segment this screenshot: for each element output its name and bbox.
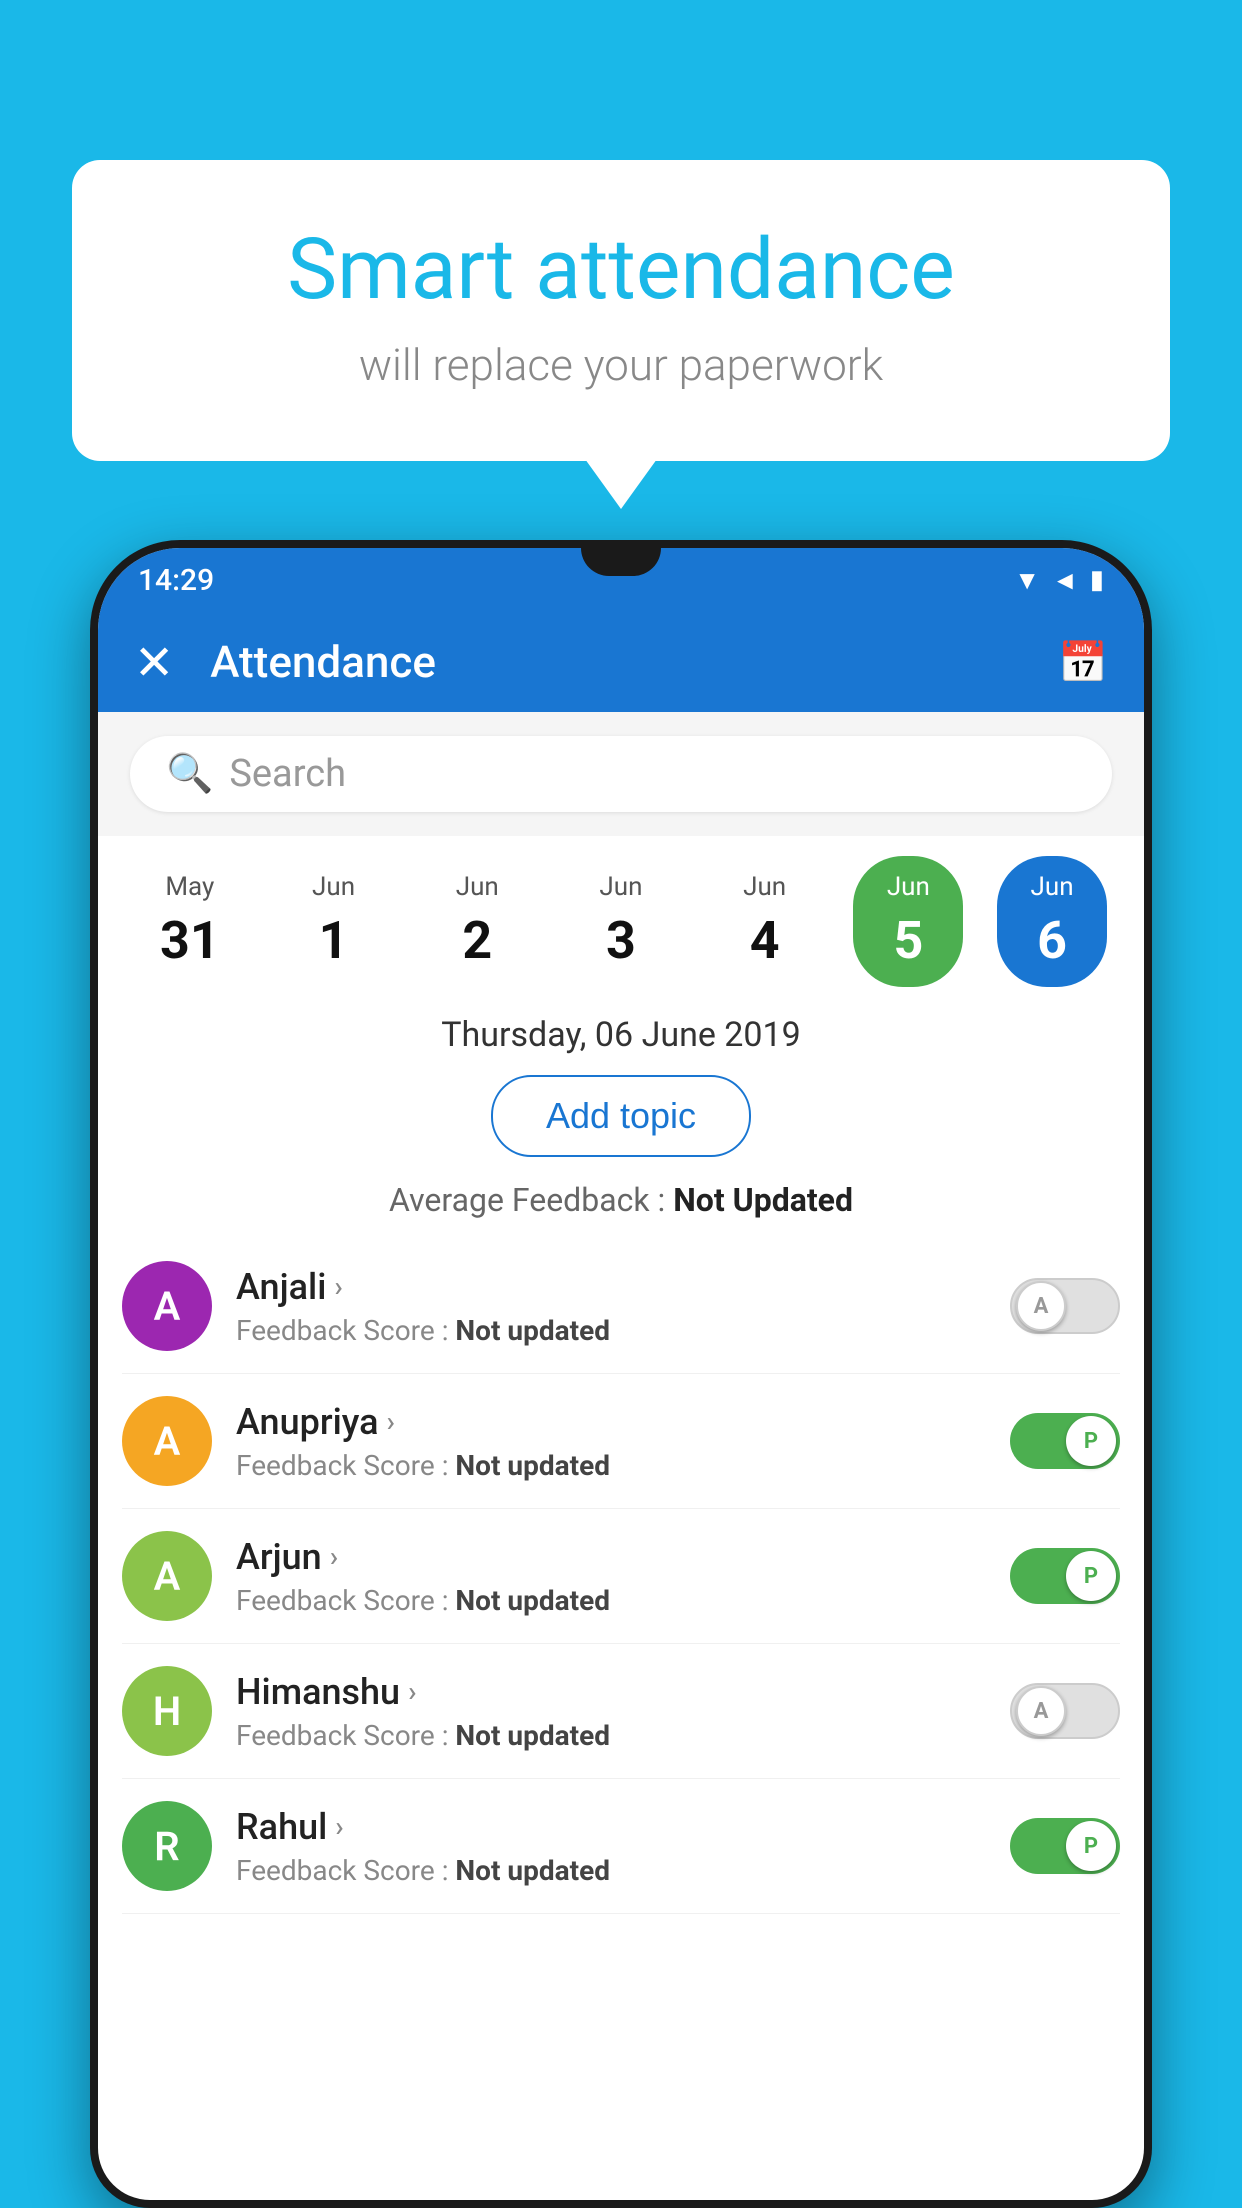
date-day: 4 xyxy=(750,910,780,971)
date-day: 5 xyxy=(893,910,923,971)
wifi-icon: ▼ xyxy=(1014,565,1040,596)
student-info: Rahul › Feedback Score : Not updated xyxy=(236,1806,1010,1887)
date-month: Jun xyxy=(887,872,930,902)
avatar: A xyxy=(122,1261,212,1351)
avg-feedback-prefix: Average Feedback : xyxy=(389,1181,673,1219)
student-info: Himanshu › Feedback Score : Not updated xyxy=(236,1671,1010,1752)
content-area: 🔍 Search May 31 Jun 1 Jun 2 Jun 3 Jun 4 Jun 5 Jun 6 T… xyxy=(98,712,1144,1914)
avatar: R xyxy=(122,1801,212,1891)
date-month: Jun xyxy=(1031,872,1074,902)
toggle-knob: P xyxy=(1066,1821,1116,1871)
date-day: 1 xyxy=(319,910,349,971)
toggle-container[interactable]: A xyxy=(1010,1278,1120,1334)
date-month: May xyxy=(165,872,214,902)
date-item[interactable]: Jun 4 xyxy=(710,856,820,987)
date-month: Jun xyxy=(456,872,499,902)
avatar: H xyxy=(122,1666,212,1756)
chevron-icon: › xyxy=(408,1675,416,1708)
avg-feedback-value: Not Updated xyxy=(673,1181,853,1219)
search-icon: 🔍 xyxy=(166,752,213,796)
avatar: A xyxy=(122,1531,212,1621)
student-list: AAnjali ›Feedback Score : Not updatedAAA… xyxy=(98,1239,1144,1914)
attendance-toggle[interactable]: P xyxy=(1010,1818,1120,1874)
bubble-subtitle: will replace your paperwork xyxy=(152,339,1090,391)
student-item[interactable]: A Arjun › Feedback Score : Not updated P xyxy=(122,1509,1120,1644)
feedback-score: Feedback Score : Not updated xyxy=(236,1314,1010,1347)
toggle-container[interactable]: A xyxy=(1010,1683,1120,1739)
attendance-toggle[interactable]: A xyxy=(1010,1683,1120,1739)
search-container: 🔍 Search xyxy=(98,712,1144,836)
date-day: 31 xyxy=(160,910,220,971)
notch xyxy=(581,548,661,576)
speech-bubble: Smart attendance will replace your paper… xyxy=(72,160,1170,461)
student-info: Arjun › Feedback Score : Not updated xyxy=(236,1536,1010,1617)
close-button[interactable]: ✕ xyxy=(134,634,174,691)
date-item[interactable]: Jun 1 xyxy=(279,856,389,987)
avg-feedback: Average Feedback : Not Updated xyxy=(98,1181,1144,1219)
attendance-toggle[interactable]: P xyxy=(1010,1413,1120,1469)
date-day: 6 xyxy=(1037,910,1067,971)
status-time: 14:29 xyxy=(138,563,214,598)
chevron-icon: › xyxy=(330,1540,338,1573)
toggle-container[interactable]: P xyxy=(1010,1413,1120,1469)
date-day: 3 xyxy=(606,910,636,971)
student-name: Anjali › xyxy=(236,1266,1010,1308)
date-month: Jun xyxy=(743,872,786,902)
add-topic-button[interactable]: Add topic xyxy=(491,1075,751,1157)
selected-date-label: Thursday, 06 June 2019 xyxy=(98,987,1144,1075)
toggle-container[interactable]: P xyxy=(1010,1818,1120,1874)
bubble-title: Smart attendance xyxy=(152,220,1090,319)
chevron-icon: › xyxy=(335,1810,343,1843)
student-item[interactable]: AAnjali ›Feedback Score : Not updatedA xyxy=(122,1239,1120,1374)
attendance-toggle[interactable]: P xyxy=(1010,1548,1120,1604)
student-info: Anjali › Feedback Score : Not updated xyxy=(236,1266,1010,1347)
date-item[interactable]: Jun 2 xyxy=(422,856,532,987)
status-bar: 14:29 ▼ ◄ ▮ xyxy=(98,548,1144,612)
status-icons: ▼ ◄ ▮ xyxy=(1014,565,1104,596)
student-item[interactable]: A Anupriya › Feedback Score : Not updated P xyxy=(122,1374,1120,1509)
date-item[interactable]: Jun 5 xyxy=(853,856,963,987)
date-item[interactable]: Jun 6 xyxy=(997,856,1107,987)
battery-icon: ▮ xyxy=(1090,565,1104,595)
student-name: Rahul › xyxy=(236,1806,1010,1848)
app-bar: ✕ Attendance 📅 xyxy=(98,612,1144,712)
chevron-icon: › xyxy=(334,1270,342,1303)
search-bar[interactable]: 🔍 Search xyxy=(130,736,1112,812)
toggle-knob: A xyxy=(1016,1686,1066,1736)
calendar-icon[interactable]: 📅 xyxy=(1058,639,1108,686)
student-item[interactable]: H Himanshu › Feedback Score : Not updatedA xyxy=(122,1644,1120,1779)
phone-frame: 14:29 ▼ ◄ ▮ ✕ Attendance 📅 🔍 Search xyxy=(90,540,1152,2208)
search-placeholder: Search xyxy=(229,752,346,796)
date-item[interactable]: May 31 xyxy=(135,856,245,987)
app-bar-title: Attendance xyxy=(210,636,1058,688)
avatar: A xyxy=(122,1396,212,1486)
student-name: Anupriya › xyxy=(236,1401,1010,1443)
date-month: Jun xyxy=(312,872,355,902)
feedback-score: Feedback Score : Not updated xyxy=(236,1854,1010,1887)
signal-icon: ◄ xyxy=(1052,565,1078,596)
toggle-knob: P xyxy=(1066,1416,1116,1466)
toggle-container[interactable]: P xyxy=(1010,1548,1120,1604)
attendance-toggle[interactable]: A xyxy=(1010,1278,1120,1334)
date-day: 2 xyxy=(462,910,492,971)
feedback-score: Feedback Score : Not updated xyxy=(236,1584,1010,1617)
student-name: Arjun › xyxy=(236,1536,1010,1578)
feedback-score: Feedback Score : Not updated xyxy=(236,1719,1010,1752)
date-selector: May 31 Jun 1 Jun 2 Jun 3 Jun 4 Jun 5 Jun 6 xyxy=(98,836,1144,987)
student-name: Himanshu › xyxy=(236,1671,1010,1713)
toggle-knob: A xyxy=(1016,1281,1066,1331)
date-month: Jun xyxy=(599,872,642,902)
toggle-knob: P xyxy=(1066,1551,1116,1601)
feedback-score: Feedback Score : Not updated xyxy=(236,1449,1010,1482)
speech-bubble-container: Smart attendance will replace your paper… xyxy=(72,160,1170,461)
chevron-icon: › xyxy=(387,1405,395,1438)
student-item[interactable]: R Rahul › Feedback Score : Not updated P xyxy=(122,1779,1120,1914)
date-item[interactable]: Jun 3 xyxy=(566,856,676,987)
student-info: Anupriya › Feedback Score : Not updated xyxy=(236,1401,1010,1482)
phone-inner: 14:29 ▼ ◄ ▮ ✕ Attendance 📅 🔍 Search xyxy=(98,548,1144,2200)
